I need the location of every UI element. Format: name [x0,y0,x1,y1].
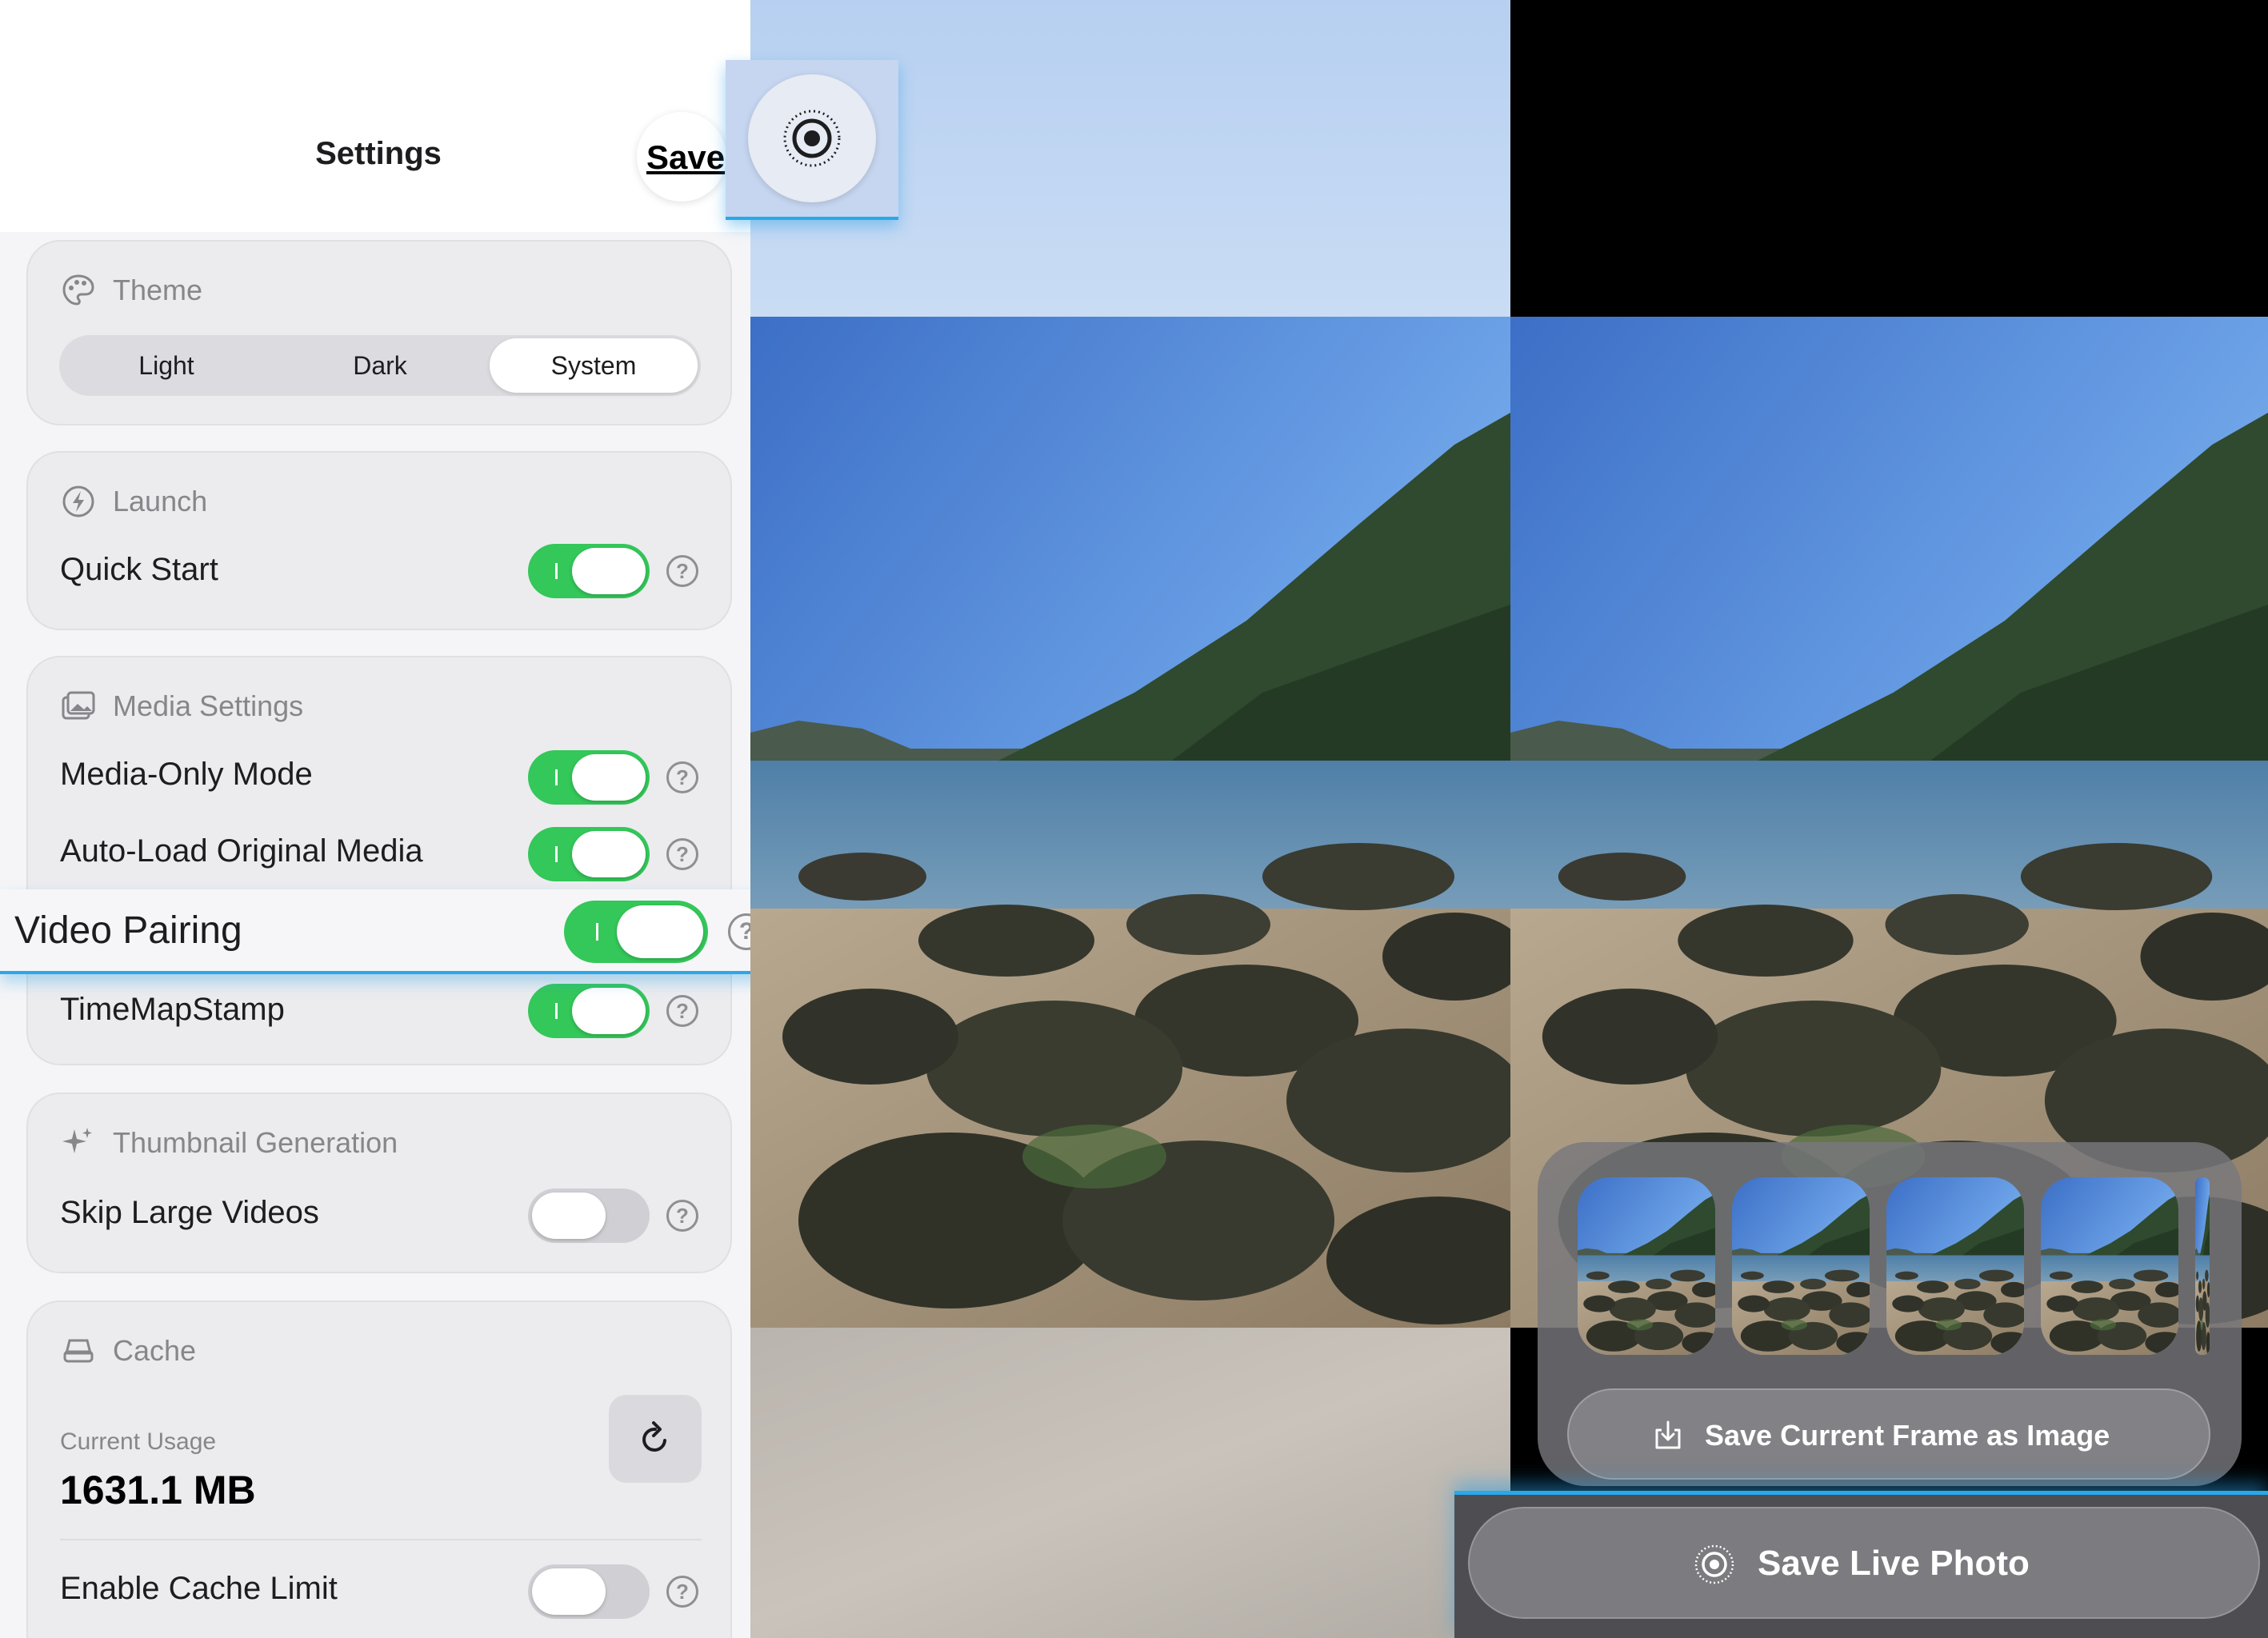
frame-thumbnail[interactable] [2041,1177,2178,1355]
video-pairing-row: Video Pairing ? [0,889,788,974]
theme-header-label: Theme [113,274,203,306]
drive-icon [63,1339,94,1363]
sparkles-icon [62,1128,92,1153]
help-icon[interactable]: ? [666,1576,698,1608]
media-settings-header: Media Settings [60,688,303,725]
help-icon[interactable]: ? [666,761,698,793]
photos-icon [62,691,95,720]
video-pairing-label: Video Pairing [14,909,242,952]
media-settings-card: Media Settings Media-Only Mode ? Auto-Lo… [26,656,732,1065]
help-icon[interactable]: ? [666,1200,698,1232]
save-live-photo-area: Save Live Photo [1454,1491,2268,1638]
palette-icon [62,274,94,306]
cache-header: Cache [60,1332,196,1369]
launch-header: Launch [60,483,207,520]
frame-thumbnail[interactable] [1886,1177,2024,1355]
live-photo-button[interactable] [748,74,876,202]
bolt-icon [62,485,94,517]
current-usage-value: 1631.1 MB [60,1468,256,1512]
save-frame-button[interactable]: Save Current Frame as Image [1567,1388,2210,1480]
live-photo-toggle-area [726,60,898,220]
thumbnail-header: Thumbnail Generation [60,1125,398,1161]
video-pairing-toggle[interactable] [564,901,708,963]
media-only-label: Media-Only Mode [60,757,313,792]
theme-card: Theme Light Dark System [26,240,732,425]
cache-limit-label: Enable Cache Limit [60,1571,338,1606]
theme-option-light[interactable]: Light [62,338,270,393]
auto-load-label: Auto-Load Original Media [60,833,423,869]
theme-header: Theme [60,272,202,309]
save-button-label: Save [646,138,726,176]
frame-thumbnail-partial[interactable] [2195,1177,2210,1355]
media-settings-header-label: Media Settings [113,689,304,722]
skip-large-videos-toggle[interactable] [528,1189,650,1243]
timemapstamp-toggle[interactable] [528,984,650,1038]
thumbnail-header-label: Thumbnail Generation [113,1126,398,1159]
launch-card: Launch Quick Start ? [26,451,732,630]
quick-start-toggle[interactable] [528,544,650,598]
thumbnail-card: Thumbnail Generation Skip Large Videos ? [26,1093,732,1273]
current-usage-label: Current Usage [60,1428,217,1455]
refresh-icon [642,1421,666,1452]
save-live-photo-label: Save Live Photo [1758,1544,2030,1583]
launch-header-label: Launch [113,485,208,517]
frame-thumbnail[interactable] [1578,1177,1715,1355]
divider [60,1539,702,1540]
help-icon[interactable]: ? [666,838,698,870]
cache-limit-toggle[interactable] [528,1564,650,1619]
help-icon[interactable]: ? [666,555,698,587]
media-only-toggle[interactable] [528,750,650,805]
settings-header [0,0,750,232]
live-photo-icon [1694,1544,1734,1584]
settings-panel: Settings Save Theme Light Dark System La… [0,0,750,1638]
preview-bottom-area [750,1328,1510,1638]
cache-card: Cache Current Usage 1631.1 MB Enable Cac… [26,1300,732,1638]
live-photo-preview [750,317,1510,1328]
skip-large-videos-label: Skip Large Videos [60,1195,319,1230]
save-frame-label: Save Current Frame as Image [1705,1419,2110,1452]
auto-load-toggle[interactable] [528,827,650,881]
cache-header-label: Cache [113,1334,197,1367]
theme-segmented-control: Light Dark System [59,335,701,396]
download-icon [1655,1420,1681,1449]
frame-thumbnail[interactable] [1732,1177,1870,1355]
viewer-top-bar [1510,0,2268,317]
timemapstamp-label: TimeMapStamp [60,992,285,1027]
save-button[interactable]: Save [637,112,726,202]
live-photo-icon [783,110,841,167]
save-live-photo-button[interactable]: Save Live Photo [1468,1507,2260,1619]
quick-start-label: Quick Start [60,552,218,587]
help-icon[interactable]: ? [666,995,698,1027]
theme-option-system[interactable]: System [490,338,698,393]
theme-option-dark[interactable]: Dark [276,338,484,393]
refresh-cache-button[interactable] [609,1395,702,1483]
